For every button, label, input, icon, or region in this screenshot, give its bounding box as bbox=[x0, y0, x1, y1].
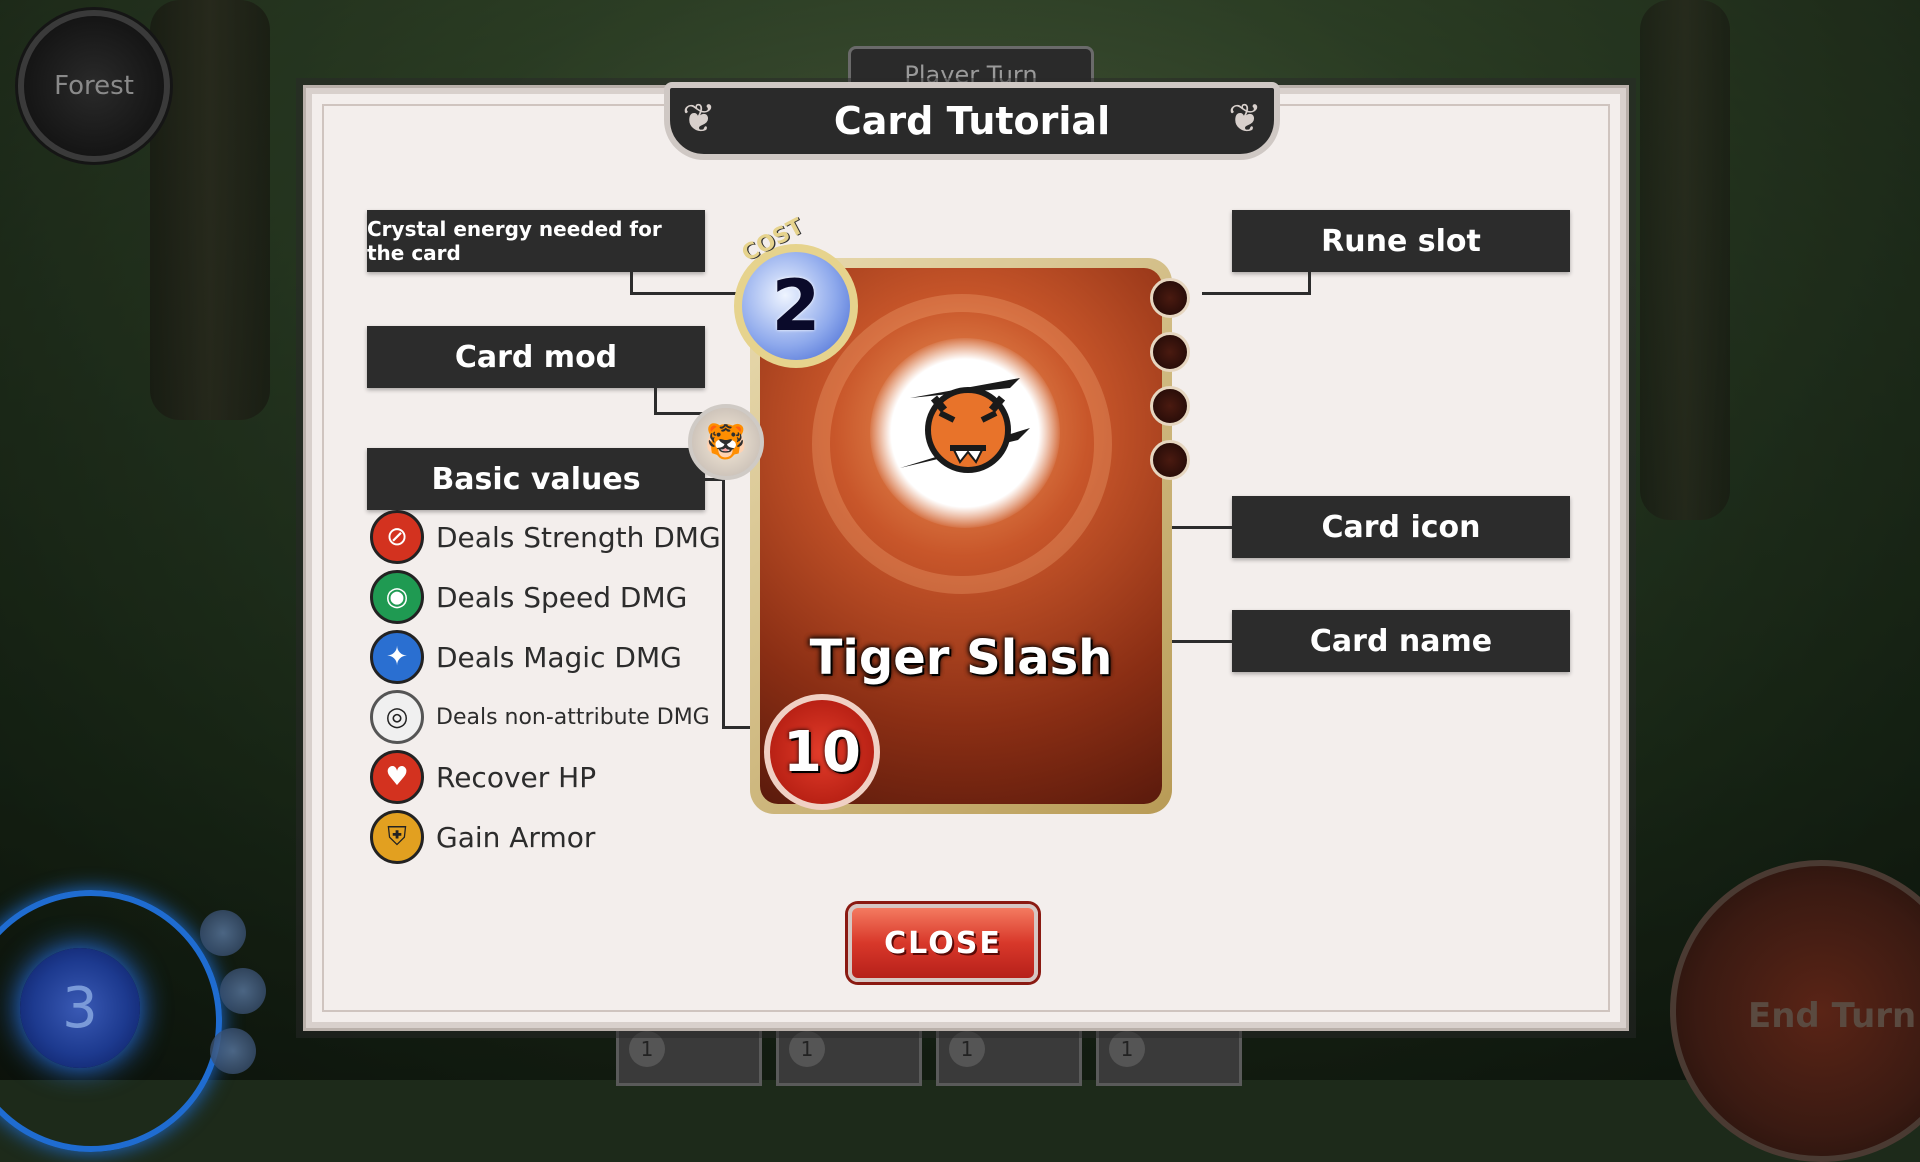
hand-card[interactable]: 1 bbox=[776, 1020, 922, 1086]
legend-item: ♥ Recover HP bbox=[370, 750, 597, 804]
energy-pip bbox=[210, 1028, 256, 1074]
connector-rune-slot bbox=[1202, 292, 1311, 295]
energy-pip bbox=[200, 910, 246, 956]
connector-rune-slot bbox=[1308, 272, 1311, 294]
rune-slot bbox=[1150, 332, 1190, 372]
legend-item: ◉ Deals Speed DMG bbox=[370, 570, 688, 624]
magic-icon: ✦ bbox=[370, 630, 424, 684]
legend-text: Recover HP bbox=[436, 760, 597, 794]
connector-basic-values bbox=[722, 478, 725, 728]
location-label: Forest bbox=[54, 71, 134, 101]
close-label: CLOSE bbox=[884, 925, 1002, 961]
connector-cost bbox=[630, 272, 633, 294]
close-button[interactable]: CLOSE bbox=[848, 904, 1038, 982]
non-attribute-icon: ◎ bbox=[370, 690, 424, 744]
speed-icon: ◉ bbox=[370, 570, 424, 624]
label-rune-slot: Rune slot bbox=[1232, 210, 1570, 272]
heart-icon: ♥ bbox=[370, 750, 424, 804]
hand-card[interactable]: 1 bbox=[1096, 1020, 1242, 1086]
label-rune-slot-text: Rune slot bbox=[1321, 223, 1481, 259]
connector-card-mod bbox=[654, 388, 657, 414]
card-cost: 2 bbox=[771, 265, 821, 347]
label-basic-values: Basic values bbox=[367, 448, 705, 510]
legend-item: ◎ Deals non-attribute DMG bbox=[370, 690, 710, 744]
connector-cost bbox=[630, 292, 750, 295]
label-card-name-text: Card name bbox=[1309, 623, 1493, 659]
shield-icon: ⛨ bbox=[370, 810, 424, 864]
tutorial-card: Tiger Slash 2 COST 🐯 10 bbox=[688, 214, 1190, 814]
flourish-right-icon: ❦ bbox=[1228, 96, 1262, 142]
modal-title: Card Tutorial bbox=[833, 99, 1111, 143]
label-card-icon-text: Card icon bbox=[1321, 509, 1481, 545]
strength-icon: ⊘ bbox=[370, 510, 424, 564]
energy-pip bbox=[220, 968, 266, 1014]
label-card-mod: Card mod bbox=[367, 326, 705, 388]
energy-count: 3 bbox=[62, 975, 98, 1041]
legend-text: Deals Magic DMG bbox=[436, 640, 682, 674]
hand-card-cost: 1 bbox=[789, 1031, 825, 1067]
energy-orb: 3 bbox=[20, 948, 140, 1068]
rune-slot bbox=[1150, 440, 1190, 480]
legend-text: Deals non-attribute DMG bbox=[436, 704, 710, 730]
card-value: 10 bbox=[783, 719, 861, 785]
hand-card-cost: 1 bbox=[949, 1031, 985, 1067]
hand-card[interactable]: 1 bbox=[936, 1020, 1082, 1086]
hand-card-cost: 1 bbox=[1109, 1031, 1145, 1067]
strength-value-badge: 10 bbox=[764, 694, 880, 810]
flourish-left-icon: ❦ bbox=[682, 96, 716, 142]
legend-item: ⛨ Gain Armor bbox=[370, 810, 596, 864]
label-basic-values-text: Basic values bbox=[431, 461, 641, 497]
hand-card[interactable]: 1 bbox=[616, 1020, 762, 1086]
legend-text: Gain Armor bbox=[436, 820, 596, 854]
rune-slot bbox=[1150, 278, 1190, 318]
legend-item: ⊘ Deals Strength DMG bbox=[370, 510, 721, 564]
tutorial-modal: ❦ Card Tutorial ❦ Crystal energy needed … bbox=[303, 82, 1629, 1031]
legend-text: Deals Speed DMG bbox=[436, 580, 688, 614]
card-mod-icon: 🐯 bbox=[688, 404, 764, 480]
label-card-icon: Card icon bbox=[1232, 496, 1570, 558]
tiger-icon bbox=[870, 338, 1060, 528]
label-cost-text: Crystal energy needed for the card bbox=[367, 217, 662, 265]
legend-item: ✦ Deals Magic DMG bbox=[370, 630, 682, 684]
rune-slot bbox=[1150, 386, 1190, 426]
label-card-name: Card name bbox=[1232, 610, 1570, 672]
tiger-claw-art bbox=[900, 378, 1030, 473]
hand-card-cost: 1 bbox=[629, 1031, 665, 1067]
legend-text: Deals Strength DMG bbox=[436, 520, 721, 554]
end-turn-label: End Turn bbox=[1748, 996, 1917, 1036]
location-badge: Forest bbox=[18, 10, 170, 162]
label-card-mod-text: Card mod bbox=[454, 339, 618, 375]
card-name: Tiger Slash bbox=[809, 630, 1113, 686]
label-cost: Crystal energy needed for the card bbox=[367, 210, 705, 272]
modal-title-plate: ❦ Card Tutorial ❦ bbox=[664, 82, 1280, 160]
